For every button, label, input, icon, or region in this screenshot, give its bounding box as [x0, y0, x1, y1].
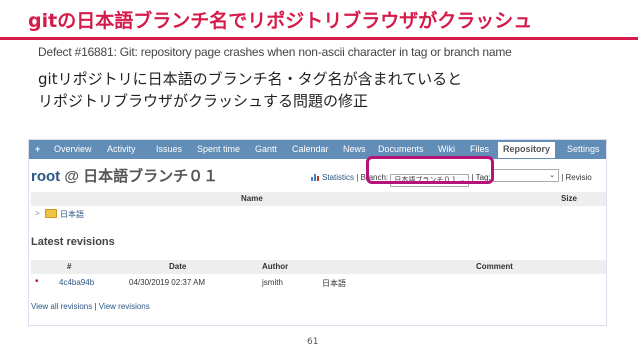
name-column-header[interactable]: Name	[241, 194, 263, 203]
hash-column-header: #	[67, 262, 72, 271]
revisions-table-header: # Date Author Comment	[31, 260, 606, 274]
repository-title: root @ 日本語ブランチ０１	[31, 165, 218, 186]
body-line-2: リポジトリブラウザがクラッシュする問題の修正	[38, 92, 369, 110]
chevron-down-icon: ⌄	[549, 172, 555, 179]
view-revisions-link[interactable]: View revisions	[99, 302, 150, 311]
revision-message: 日本語	[322, 279, 346, 288]
author-column-header: Author	[262, 262, 289, 271]
revision-author: jsmith	[262, 278, 283, 287]
revision-label: Revisio	[565, 173, 592, 182]
tab-files[interactable]: Files	[470, 144, 489, 154]
statistics-link[interactable]: Statistics	[322, 173, 354, 182]
latest-revisions-heading: Latest revisions	[31, 236, 115, 248]
separator: |	[356, 173, 359, 182]
size-column-header[interactable]: Size	[561, 194, 577, 203]
folder-name[interactable]: 日本語	[60, 210, 84, 219]
tab-repository[interactable]: Repository	[498, 142, 556, 158]
file-table-header: Name Size	[31, 192, 606, 206]
revision-footer-links: View all revisions | View revisions	[31, 302, 150, 311]
date-column-header: Date	[169, 262, 187, 271]
branch-path: @ 日本語ブランチ０１	[64, 168, 219, 185]
folder-icon	[45, 209, 57, 218]
comment-column-header: Comment	[476, 262, 513, 271]
tab-wiki[interactable]: Wiki	[438, 144, 455, 154]
chart-icon	[311, 173, 320, 181]
root-link[interactable]: root	[31, 168, 60, 185]
slide-title: gitの日本語ブランチ名でリポジトリブラウザがクラッシュ	[28, 10, 533, 32]
tab-issues[interactable]: Issues	[156, 144, 182, 154]
slide-subtitle: Defect #16881: Git: repository page cras…	[38, 45, 512, 59]
project-menu: + Overview Activity Issues Spent time Ga…	[29, 140, 606, 159]
tab-gantt[interactable]: Gantt	[255, 144, 277, 154]
tab-activity[interactable]: Activity	[107, 144, 136, 154]
body-line-1: gitリポジトリに日本語のブランチ名・タグ名が含まれていると	[38, 70, 463, 88]
tab-settings[interactable]: Settings	[567, 144, 600, 154]
revision-bullet-icon: •	[35, 276, 39, 287]
tab-documents[interactable]: Documents	[378, 144, 424, 154]
folder-entry[interactable]: 日本語	[45, 209, 84, 220]
expand-arrow-icon[interactable]: >	[35, 209, 40, 218]
revision-date: 04/30/2019 02:37 AM	[129, 278, 206, 287]
tag-select[interactable]: ⌄	[492, 169, 559, 182]
slide-body: gitリポジトリに日本語のブランチ名・タグ名が含まれていると リポジトリブラウザ…	[38, 68, 462, 112]
revision-row: • 4c4ba94b 04/30/2019 02:37 AM jsmith 日本…	[31, 276, 606, 290]
redmine-screenshot: + Overview Activity Issues Spent time Ga…	[28, 139, 607, 326]
page-number: 61	[307, 337, 319, 347]
repository-content: root @ 日本語ブランチ０１ Statistics | Branch: 日本…	[29, 156, 606, 325]
separator: |	[94, 302, 97, 311]
view-all-revisions-link[interactable]: View all revisions	[31, 302, 92, 311]
branch-highlight-frame	[366, 156, 494, 184]
tab-calendar[interactable]: Calendar	[292, 144, 329, 154]
tab-overview[interactable]: Overview	[54, 144, 92, 154]
separator: |	[561, 173, 564, 182]
file-table-row[interactable]: > 日本語	[31, 207, 606, 221]
title-rule	[0, 37, 638, 40]
revision-hash-link[interactable]: 4c4ba94b	[59, 278, 94, 287]
tab-spent-time[interactable]: Spent time	[197, 144, 240, 154]
tab-news[interactable]: News	[343, 144, 366, 154]
new-object-button[interactable]: +	[35, 144, 40, 154]
